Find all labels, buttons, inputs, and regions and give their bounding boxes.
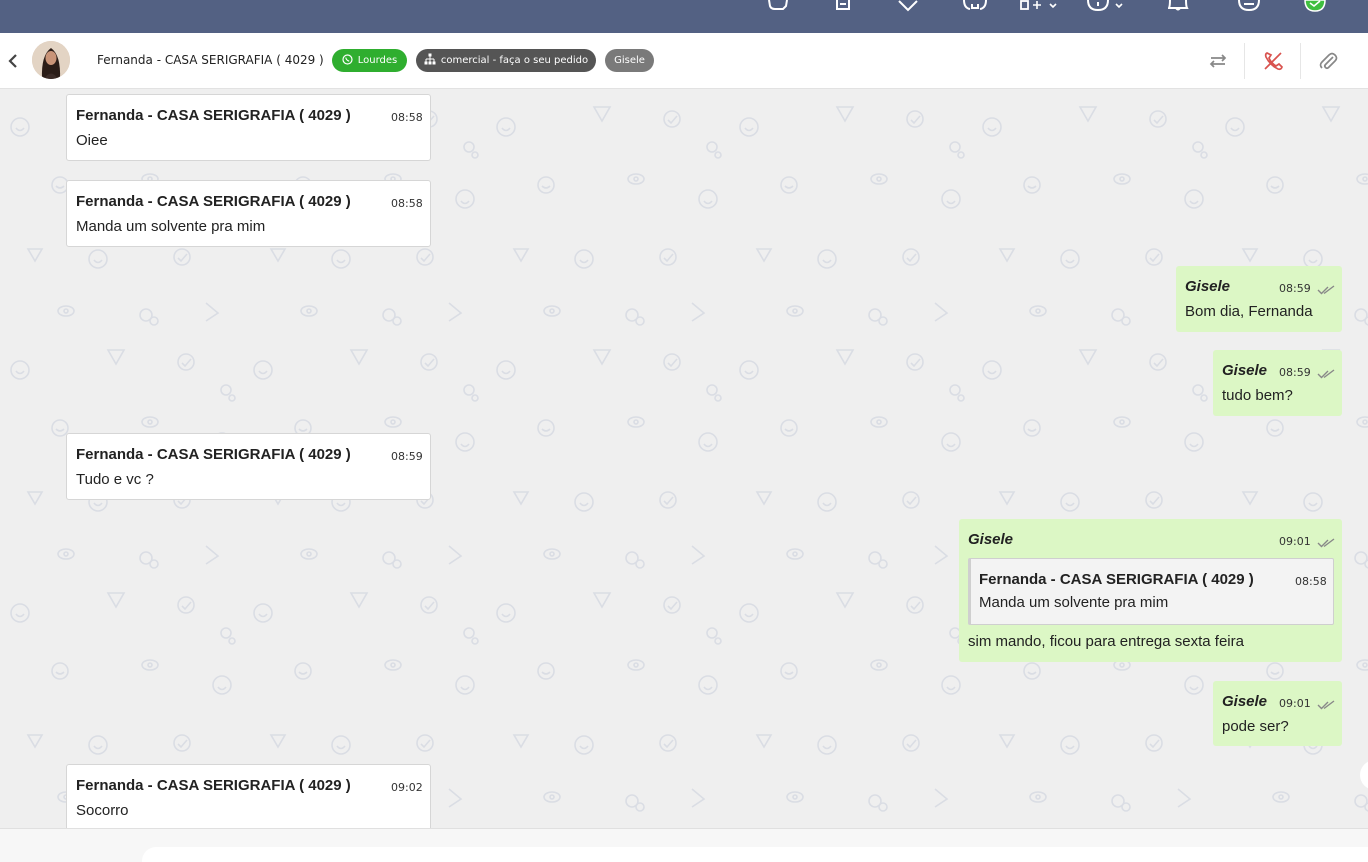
double-check-icon [1317,534,1335,548]
message-sender: Gisele [968,531,1014,548]
bell-icon[interactable] [1168,0,1190,12]
apps-icon[interactable] [1020,0,1060,12]
attach-icon[interactable] [1316,49,1340,73]
quoted-message[interactable]: Fernanda - CASA SERIGRAFIA ( 4029 ) 08:5… [968,558,1334,625]
message-time: 09:02 [391,781,423,794]
connection-badge: Lourdes [332,49,407,72]
message-sender: Fernanda - CASA SERIGRAFIA ( 4029 ) [76,446,351,463]
whatsapp-icon [342,53,353,68]
heart-icon[interactable] [898,0,920,12]
message-incoming[interactable]: Fernanda - CASA SERIGRAFIA ( 4029 ) 08:5… [66,94,431,161]
top-app-bar [0,0,1368,33]
message-sender: Fernanda - CASA SERIGRAFIA ( 4029 ) [76,777,351,794]
message-time: 09:01 [1279,535,1311,548]
phone-icon[interactable] [962,0,987,12]
avatar[interactable] [32,41,70,79]
quoted-sender: Fernanda - CASA SERIGRAFIA ( 4029 ) [979,571,1254,588]
message-text: tudo bem? [1222,387,1293,404]
quoted-text: Manda um solvente pra mim [979,594,1169,611]
chat-icon[interactable] [767,0,789,12]
message-time: 08:59 [1279,366,1311,379]
sitemap-icon [424,53,436,68]
double-check-icon [1317,281,1335,295]
user-icon[interactable] [1238,0,1260,12]
message-time: 08:58 [391,111,423,124]
transfer-icon[interactable] [1206,49,1230,73]
status-icon[interactable] [1304,0,1326,12]
message-incoming[interactable]: Fernanda - CASA SERIGRAFIA ( 4029 ) 08:5… [66,180,431,247]
back-arrow-icon[interactable] [4,49,24,73]
message-sender: Gisele [1185,278,1231,295]
contact-name: Fernanda - CASA SERIGRAFIA ( 4029 ) [97,53,324,67]
message-outgoing[interactable]: Gisele 08:59 tudo bem? [1213,350,1342,416]
info-icon[interactable] [1086,0,1126,12]
user-badge: Gisele [605,49,654,72]
message-text: pode ser? [1222,718,1289,735]
document-icon[interactable] [834,0,856,12]
message-sender: Gisele [1222,693,1268,710]
message-outgoing[interactable]: Gisele 09:01 pode ser? [1213,681,1342,746]
message-time: 08:58 [391,197,423,210]
chat-header: Fernanda - CASA SERIGRAFIA ( 4029 ) Lour… [0,33,1368,89]
double-check-icon [1317,365,1335,379]
message-text: Oiee [76,132,108,149]
double-check-icon [1317,696,1335,710]
message-time: 09:01 [1279,697,1311,710]
message-incoming[interactable]: Fernanda - CASA SERIGRAFIA ( 4029 ) 09:0… [66,764,431,828]
message-text: Tudo e vc ? [76,471,154,488]
message-text: Socorro [76,802,129,819]
message-sender: Fernanda - CASA SERIGRAFIA ( 4029 ) [76,193,351,210]
message-list[interactable]: Fernanda - CASA SERIGRAFIA ( 4029 ) 08:5… [0,89,1368,828]
message-sender: Fernanda - CASA SERIGRAFIA ( 4029 ) [76,107,351,124]
message-text: Bom dia, Fernanda [1185,303,1313,320]
message-text: Manda um solvente pra mim [76,218,266,235]
header-divider [1244,43,1245,79]
header-divider [1300,43,1301,79]
message-input[interactable] [142,847,1368,862]
end-call-icon[interactable] [1261,49,1285,73]
message-incoming[interactable]: Fernanda - CASA SERIGRAFIA ( 4029 ) 08:5… [66,433,431,500]
message-text: sim mando, ficou para entrega sexta feir… [968,633,1244,650]
composer-area [0,828,1368,862]
message-time: 08:59 [391,450,423,463]
message-outgoing[interactable]: Gisele 09:01 Fernanda - CASA SERIGRAFIA … [959,519,1342,662]
message-sender: Gisele [1222,362,1268,379]
message-time: 08:59 [1279,282,1311,295]
message-outgoing[interactable]: Gisele 08:59 Bom dia, Fernanda [1176,266,1342,332]
quoted-time: 08:58 [1295,575,1327,588]
queue-badge: comercial - faça o seu pedido [416,49,596,72]
